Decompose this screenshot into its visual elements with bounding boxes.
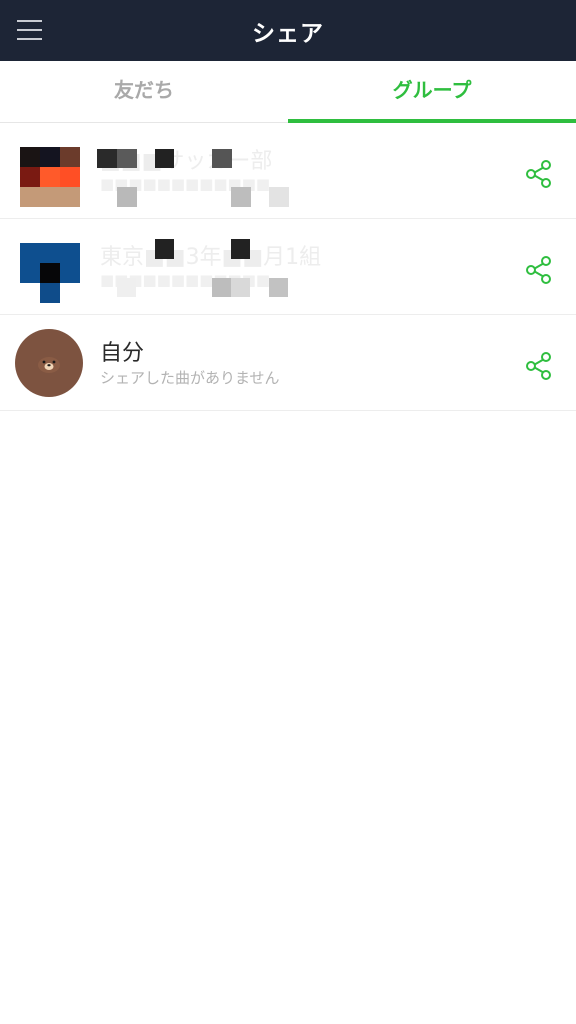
app-header: シェア [0, 0, 576, 61]
share-icon[interactable] [524, 255, 554, 285]
share-icon[interactable] [524, 159, 554, 189]
group-name: 自分 [100, 341, 145, 366]
pixelated-mosaic [97, 149, 297, 209]
tab-groups[interactable]: グループ [288, 61, 576, 123]
group-subtitle: シェアした曲がありません [100, 369, 280, 387]
list-item[interactable]: 自分 シェアした曲がありません [0, 315, 576, 411]
tab-friends[interactable]: 友だち [0, 61, 288, 122]
tab-groups-label: グループ [392, 78, 472, 102]
group-avatar-pixelated [20, 147, 80, 207]
group-avatar-pixelated [20, 243, 80, 303]
list-item[interactable]: 東京■■3年■■月1組 ■■■■■■■■■■■■ [0, 219, 576, 315]
group-list: ■■■サッカー部 ■■■■■■■■■■■■ 東京■■3年■■月1組 ■■■■■■… [0, 123, 576, 411]
pixelated-mosaic [97, 239, 297, 299]
page-title: シェア [252, 21, 324, 47]
tab-bar: 友だち グループ [0, 61, 576, 123]
user-avatar [15, 329, 83, 397]
share-icon[interactable] [524, 351, 554, 381]
bear-face-icon [38, 357, 60, 373]
list-item[interactable]: ■■■サッカー部 ■■■■■■■■■■■■ [0, 123, 576, 219]
